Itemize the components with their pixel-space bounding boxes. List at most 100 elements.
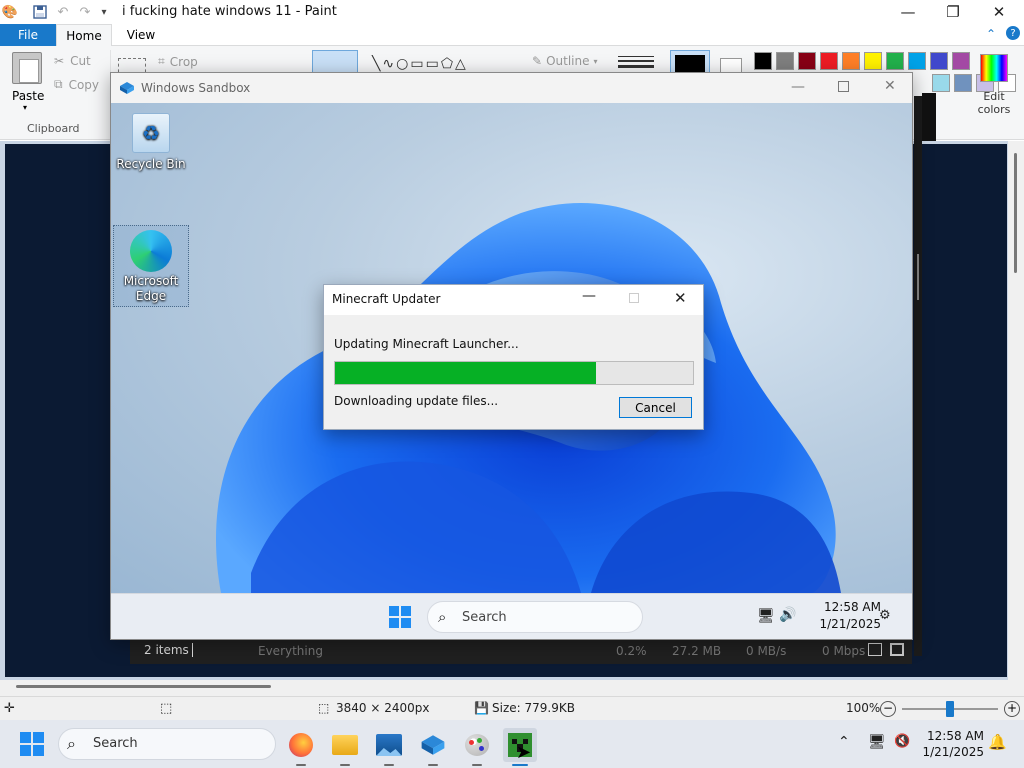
paint-app-icon[interactable]: 🎨 <box>2 4 18 20</box>
sandbox-taskbar-button[interactable] <box>416 728 450 766</box>
palette-swatch[interactable] <box>932 74 950 92</box>
large-icons-view-icon[interactable] <box>890 643 904 656</box>
notification-bell-icon[interactable]: 🔔 <box>988 733 1007 751</box>
undo-icon[interactable]: ↶ <box>55 4 71 20</box>
sandbox-time: 12:58 AM <box>824 600 881 614</box>
vertical-scrollbar[interactable] <box>1008 141 1024 696</box>
palette-swatch[interactable] <box>952 52 970 70</box>
taskbar-search-box[interactable]: ⌕ Search <box>58 728 276 760</box>
customize-quick-access-icon[interactable]: ▾ <box>96 4 112 20</box>
edit-colors-icon[interactable] <box>980 54 1008 82</box>
background-window-scrollbar <box>914 96 922 656</box>
paste-button[interactable]: Paste <box>12 89 44 103</box>
outline-button[interactable]: ✎ Outline ▾ <box>532 54 598 68</box>
desktop-icon-recycle-bin[interactable]: ♻ Recycle Bin <box>113 113 189 171</box>
paint-taskbar-button[interactable] <box>460 728 494 766</box>
sandbox-title-bar: Windows Sandbox — ✕ <box>111 73 912 103</box>
close-button[interactable]: ✕ <box>976 0 1022 24</box>
windows-logo-icon <box>20 732 44 756</box>
update-detail-text: Downloading update files... <box>334 394 499 408</box>
crop-label: Crop <box>169 54 198 69</box>
palette-swatch[interactable] <box>908 52 926 70</box>
volume-icon[interactable]: 🔊 <box>779 607 796 623</box>
photos-taskbar-button[interactable] <box>372 728 406 766</box>
zoom-slider[interactable] <box>902 701 998 717</box>
tab-home[interactable]: Home <box>56 24 112 47</box>
cut-button[interactable]: ✂ Cut <box>54 54 91 68</box>
palette-swatch[interactable] <box>776 52 794 70</box>
palette-swatch[interactable] <box>820 52 838 70</box>
taskbar-time: 12:58 AM <box>927 729 984 743</box>
cancel-button[interactable]: Cancel <box>619 397 692 418</box>
collapse-ribbon-icon[interactable]: ⌃ <box>986 27 996 41</box>
horizontal-scroll-thumb[interactable] <box>16 685 271 688</box>
clipboard-group-label: Clipboard <box>27 122 80 135</box>
sandbox-clock[interactable]: 12:58 AM 1/21/2025 <box>811 599 881 633</box>
minimize-button[interactable]: — <box>885 0 931 24</box>
network-icon[interactable]: 🖥 <box>757 608 775 624</box>
palette-swatch[interactable] <box>798 52 816 70</box>
windows-start-icon[interactable] <box>389 606 411 631</box>
chevron-up-icon[interactable]: ⌃ <box>838 734 850 750</box>
paint-icon <box>465 734 489 756</box>
maximize-button[interactable]: ❐ <box>930 0 976 24</box>
file-explorer-taskbar-button[interactable] <box>328 728 362 766</box>
tab-view[interactable]: View <box>116 24 166 46</box>
palette-swatch[interactable] <box>886 52 904 70</box>
search-icon: ⌕ <box>438 608 447 626</box>
chevron-down-icon: ▾ <box>593 56 598 66</box>
recycle-bin-label: Recycle Bin <box>116 157 186 171</box>
sandbox-close-button[interactable]: ✕ <box>884 78 896 94</box>
volume-muted-icon[interactable]: 🔇 <box>894 734 910 749</box>
taskbar-clock[interactable]: 12:58 AM 1/21/2025 <box>918 728 984 760</box>
tab-file[interactable]: File <box>0 24 56 46</box>
details-view-icon[interactable] <box>868 643 882 656</box>
zoom-slider-thumb[interactable] <box>946 701 954 717</box>
crop-button[interactable]: ⌗ Crop <box>158 54 198 69</box>
palette-swatch[interactable] <box>842 52 860 70</box>
dialog-minimize-button[interactable]: — <box>582 288 596 304</box>
firefox-icon <box>289 733 313 757</box>
sandbox-maximize-button[interactable] <box>838 81 849 92</box>
save-icon[interactable] <box>32 4 48 20</box>
dialog-close-button[interactable]: ✕ <box>674 289 687 307</box>
update-status-text: Updating Minecraft Launcher... <box>334 337 519 351</box>
sandbox-taskbar: ⌕ Search 🖥 🔊 12:58 AM 1/21/2025 ⚙ <box>111 593 912 639</box>
vertical-scroll-thumb[interactable] <box>1014 153 1017 273</box>
paste-icon[interactable] <box>12 52 42 84</box>
start-button[interactable] <box>20 732 44 759</box>
minecraft-updater-dialog: Minecraft Updater — ✕ Updating Minecraft… <box>323 284 704 430</box>
paint-title-bar: 🎨 ↶ ↷ ▾ i fucking hate windows 11 - Pain… <box>0 0 1024 24</box>
text-cursor <box>192 643 193 657</box>
update-progress-bar <box>334 361 694 385</box>
search-icon: ⌕ <box>67 734 76 753</box>
sandbox-minimize-button[interactable]: — <box>791 79 805 95</box>
edit-colors-button[interactable]: Edit colors <box>974 90 1014 116</box>
desktop-icon-microsoft-edge[interactable]: Microsoft Edge <box>113 225 189 307</box>
shapes-gallery[interactable]: ╲∿○▭▭⬠△ <box>372 56 468 72</box>
photos-icon <box>376 734 402 756</box>
palette-swatch[interactable] <box>954 74 972 92</box>
horizontal-scrollbar[interactable] <box>0 680 1008 696</box>
notification-icon[interactable]: ⚙ <box>879 608 891 623</box>
firefox-taskbar-button[interactable] <box>284 728 318 766</box>
zoom-in-button[interactable]: + <box>1004 701 1020 717</box>
copy-button[interactable]: ⧉ Copy <box>54 77 99 92</box>
copy-icon: ⧉ <box>54 77 63 91</box>
redo-icon[interactable]: ↷ <box>77 4 93 20</box>
sandbox-search-box[interactable]: ⌕ Search <box>427 601 643 633</box>
copy-label: Copy <box>68 77 100 92</box>
network-icon[interactable]: 🖥 <box>868 734 886 750</box>
palette-swatch[interactable] <box>930 52 948 70</box>
palette-swatch[interactable] <box>864 52 882 70</box>
palette-swatch[interactable] <box>754 52 772 70</box>
zoom-out-button[interactable]: − <box>880 701 896 717</box>
file-size: Size: 779.9KB <box>492 701 575 715</box>
edge-label: Microsoft Edge <box>123 274 179 303</box>
mouse-cursor-icon: ➤ <box>516 742 532 763</box>
paste-dropdown-icon[interactable]: ▾ <box>23 103 27 112</box>
dialog-title-bar: Minecraft Updater — ✕ <box>324 285 703 315</box>
size-icon[interactable] <box>618 54 654 70</box>
crop-icon: ⌗ <box>158 54 165 68</box>
help-icon[interactable]: ? <box>1006 26 1020 40</box>
